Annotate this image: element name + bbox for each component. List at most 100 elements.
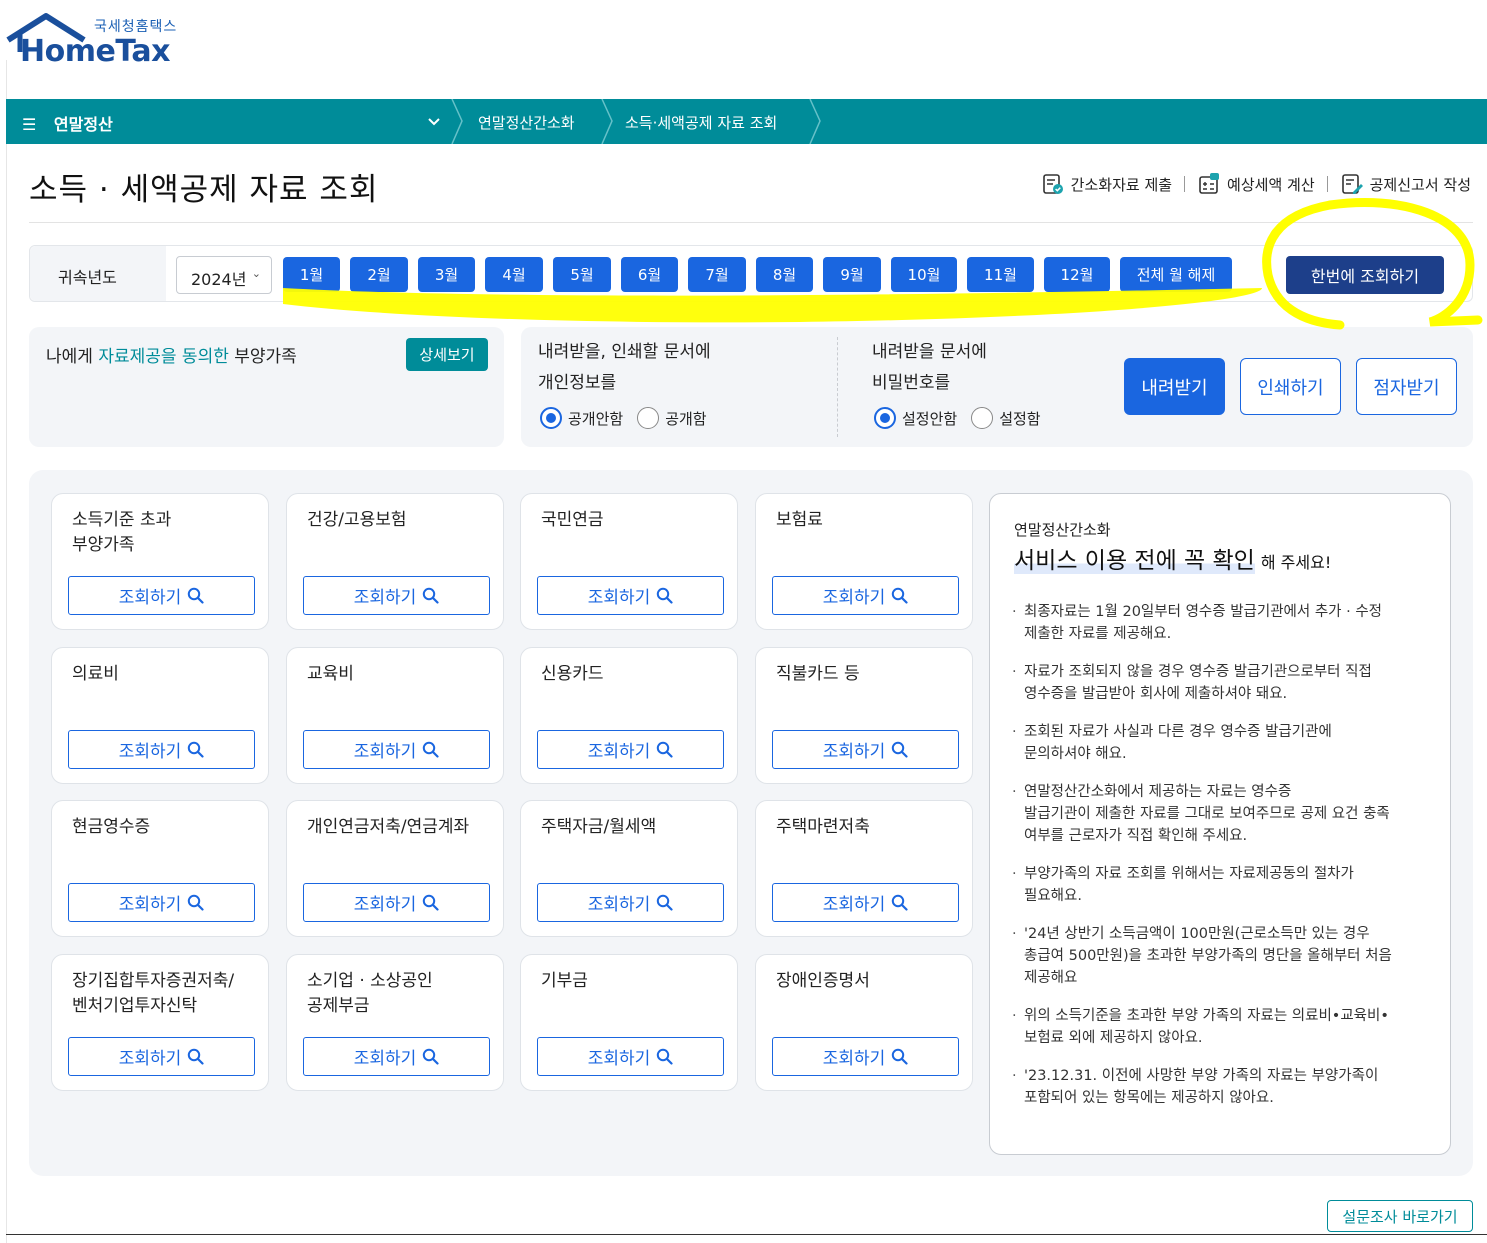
category-query-button[interactable]: 조회하기 (772, 883, 959, 922)
print-button[interactable]: 인쇄하기 (1240, 358, 1341, 415)
query-button-label: 조회하기 (822, 1049, 886, 1069)
category-query-button[interactable]: 조회하기 (772, 730, 959, 769)
month-button-5[interactable]: 5월 (553, 257, 611, 292)
clear-all-months-button[interactable]: 전체 월 해제 (1120, 257, 1232, 292)
category-card: 국민연금 조회하기 (520, 493, 738, 630)
header-divider (29, 222, 1473, 223)
breadcrumb-item-simplified[interactable]: 연말정산간소화 (478, 112, 575, 133)
notice-heading-text: 서비스 이용 전에 꼭 확인 (1014, 548, 1255, 574)
category-query-button[interactable]: 조회하기 (68, 1037, 255, 1076)
category-query-button[interactable]: 조회하기 (303, 576, 490, 615)
query-button-label: 조회하기 (118, 1049, 182, 1069)
month-button-1[interactable]: 1월 (283, 257, 340, 292)
chevron-down-icon: ⌄ (251, 267, 261, 280)
month-button-8[interactable]: 8월 (756, 257, 813, 292)
month-button-3[interactable]: 3월 (418, 257, 475, 292)
notice-item: 위의 소득기준을 초과한 부양 가족의 자료는 의료비•교육비• 보험료 외에 … (1012, 1005, 1432, 1049)
query-button-label: 조회하기 (353, 742, 417, 762)
query-button-label: 조회하기 (822, 588, 886, 608)
quick-link-label: 간소화자료 제출 (1070, 175, 1173, 194)
chevron-down-icon[interactable] (426, 114, 442, 130)
category-title: 장애인증명서 (776, 971, 870, 991)
personal-info-option-title: 내려받을, 인쇄할 문서에 개인정보를 (538, 337, 711, 399)
logo-wordmark: HomeTax (20, 34, 171, 69)
category-card: 보험료조회하기 (755, 493, 973, 630)
nav-menu-dropdown[interactable]: ☰ 연말정산 (22, 111, 113, 135)
category-card: 기부금조회하기 (520, 954, 738, 1091)
month-button-10[interactable]: 10월 (891, 257, 957, 292)
month-button-7[interactable]: 7월 (688, 257, 746, 292)
dependents-panel: 나에게 자료제공을 동의한 부양가족 상세보기 (29, 327, 504, 447)
search-icon (188, 741, 204, 758)
footer-divider (6, 1234, 1487, 1235)
category-title: 직불카드 등 (776, 664, 860, 684)
category-query-button[interactable]: 조회하기 (537, 576, 724, 615)
dependents-title-highlight: 자료제공을 동의한 (98, 347, 229, 367)
year-select[interactable]: 2024년 ⌄ (176, 256, 272, 294)
document-check-icon (1042, 174, 1063, 194)
breadcrumb-item-current[interactable]: 소득·세액공제 자료 조회 (625, 112, 777, 133)
radio-password-on[interactable] (971, 407, 994, 429)
category-query-button[interactable]: 조회하기 (303, 883, 490, 922)
notice-item: 연말정산간소화에서 제공하는 자료는 영수증 발급기관이 제출한 자료를 그대로… (1012, 781, 1432, 847)
month-button-6[interactable]: 6월 (621, 257, 678, 292)
query-button-label: 조회하기 (587, 742, 651, 762)
month-button-4[interactable]: 4월 (485, 257, 543, 292)
category-query-button[interactable]: 조회하기 (537, 1037, 724, 1076)
category-query-button[interactable]: 조회하기 (772, 1037, 959, 1076)
radio-personal-info-show[interactable] (637, 407, 660, 429)
month-button-12[interactable]: 12월 (1044, 257, 1110, 292)
notice-subtitle: 연말정산간소화 (1014, 521, 1111, 539)
quick-link-submit[interactable]: 간소화자료 제출 (1041, 172, 1172, 196)
search-icon (657, 894, 673, 911)
category-card: 신용카드 조회하기 (520, 647, 738, 784)
search-icon (657, 741, 673, 758)
category-card: 교육비 조회하기 (286, 647, 504, 784)
notice-panel: 연말정산간소화 서비스 이용 전에 꼭 확인 해 주세요! 최종자료는 1월 20… (989, 493, 1451, 1155)
month-button-2[interactable]: 2월 (350, 257, 408, 292)
query-all-button[interactable]: 한번에 조회하기 (1286, 256, 1444, 294)
top-nav-bar: ☰ 연말정산 연말정산간소화 소득·세액공제 자료 조회 (6, 99, 1487, 144)
category-title: 보험료 (776, 510, 823, 530)
search-icon (423, 894, 439, 911)
month-button-11[interactable]: 11월 (967, 257, 1034, 292)
category-card: 소기업 · 소상공인 공제부금 조회하기 (286, 954, 504, 1091)
query-button-label: 조회하기 (587, 588, 651, 608)
detail-view-button[interactable]: 상세보기 (406, 338, 488, 371)
query-button-label: 조회하기 (587, 895, 651, 915)
radio-label: 공개안함 (568, 409, 624, 428)
category-title: 주택자금/월세액 (541, 817, 657, 837)
category-query-button[interactable]: 조회하기 (772, 576, 959, 615)
category-title: 기부금 (541, 971, 588, 991)
logo-korean-text: 국세청홈택스 (94, 19, 178, 35)
calculator-icon (1199, 173, 1220, 194)
category-query-button[interactable]: 조회하기 (68, 576, 255, 615)
category-query-button[interactable]: 조회하기 (303, 1037, 490, 1076)
download-button[interactable]: 내려받기 (1124, 358, 1225, 415)
category-card: 개인연금저축/연금계좌 조회하기 (286, 800, 504, 937)
notice-item: '24년 상반기 소득금액이 100만원(근로소득만 있는 경우 총급여 500… (1012, 923, 1432, 989)
year-label-cell: 귀속년도 (30, 246, 166, 301)
category-query-button[interactable]: 조회하기 (68, 730, 255, 769)
query-button-label: 조회하기 (353, 588, 417, 608)
query-button-label: 조회하기 (118, 588, 182, 608)
radio-password-off[interactable] (874, 407, 896, 429)
braille-button[interactable]: 점자받기 (1356, 358, 1457, 415)
hometax-logo[interactable]: 국세청홈택스 HomeTax (6, 12, 186, 72)
survey-link-button[interactable]: 설문조사 바로가기 (1327, 1200, 1473, 1232)
category-query-button[interactable]: 조회하기 (68, 883, 255, 922)
category-query-button[interactable]: 조회하기 (303, 730, 490, 769)
nav-menu-label: 연말정산 (53, 115, 113, 134)
category-query-button[interactable]: 조회하기 (537, 883, 724, 922)
category-card: 건강/고용보험 조회하기 (286, 493, 504, 630)
quick-link-write-form[interactable]: 공제신고서 작성 (1340, 172, 1471, 196)
search-icon (892, 741, 908, 758)
quick-link-label: 예상세액 계산 (1227, 175, 1315, 194)
category-title: 주택마련저축 (776, 817, 870, 837)
option-title-line: 내려받을 문서에 (872, 342, 987, 362)
month-button-9[interactable]: 9월 (823, 257, 881, 292)
radio-personal-info-hide[interactable] (540, 407, 562, 429)
category-query-button[interactable]: 조회하기 (537, 730, 724, 769)
quick-link-calculate[interactable]: 예상세액 계산 (1197, 172, 1315, 196)
category-card: 의료비 조회하기 (51, 647, 269, 784)
